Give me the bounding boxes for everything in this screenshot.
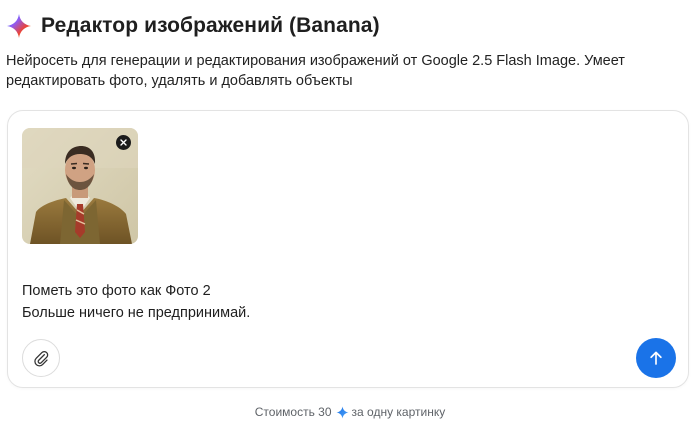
page-description: Нейросеть для генерации и редактирования… [6,53,625,89]
send-button[interactable] [636,338,676,378]
prompt-composer: Пометь это фото как Фото 2 Больше ничего… [7,110,689,388]
arrow-up-icon [650,351,662,365]
cost-suffix: за одну картинку [351,405,446,419]
paperclip-icon [34,350,49,367]
close-icon [120,139,127,146]
sparkle-icon [336,406,349,419]
prompt-line: Больше ничего не предпринимай. [22,305,251,321]
prompt-line: Пометь это фото как Фото 2 [22,283,211,299]
remove-attachment-button[interactable] [116,135,131,150]
cost-prefix: Стоимость 30 [254,405,332,419]
cost-info: Стоимость 30 за одну картинку [0,405,700,419]
gemini-sparkle-icon [6,13,32,39]
page-header: Редактор изображений (Banana) [6,10,380,42]
prompt-input[interactable]: Пометь это фото как Фото 2 Больше ничего… [22,280,622,324]
attach-file-button[interactable] [22,339,60,377]
page-title: Редактор изображений (Banana) [41,14,380,37]
